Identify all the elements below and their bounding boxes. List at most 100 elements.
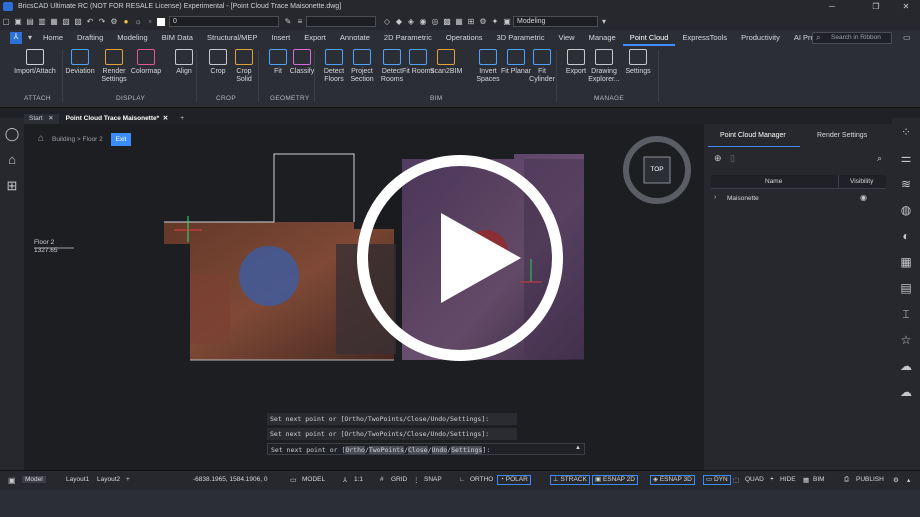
ribbon-button-deviation[interactable]: Deviation [64, 49, 96, 76]
snap-icon[interactable]: ⋮ [413, 476, 420, 484]
balloon-icon[interactable]: ◍ [898, 202, 914, 218]
light-bulb-icon[interactable]: ● [121, 17, 131, 27]
sun-icon[interactable]: ☼ [133, 17, 143, 27]
ribbon-tab-modeling[interactable]: Modeling [110, 30, 154, 46]
structure-icon[interactable]: ▩ [442, 17, 452, 27]
annotation-scale-icon[interactable]: ⅄ [343, 476, 347, 484]
ribbon-tab-home[interactable]: Home [36, 30, 70, 46]
ribbon-button-import-attach[interactable]: Import/Attach [6, 49, 64, 76]
view-iso-icon[interactable]: ◈ [406, 17, 416, 27]
structure-tree-icon[interactable]: ⊞ [4, 178, 20, 194]
model-toggle[interactable]: MODEL [302, 476, 325, 483]
ribbon-tab-manage[interactable]: Manage [582, 30, 623, 46]
ribbon-search-input[interactable]: Search in Ribbon [812, 32, 892, 44]
snap-toggle[interactable]: SNAP [424, 476, 442, 483]
prompt-option-close[interactable]: Close [408, 446, 428, 454]
add-icon[interactable]: ⊕ [714, 153, 722, 164]
ortho-toggle[interactable]: ORTHO [470, 476, 493, 483]
menu-icon[interactable]: ▣ [8, 476, 16, 485]
tab-render-settings[interactable]: Render Settings [817, 132, 867, 139]
tool-icon[interactable]: ✦ [490, 17, 500, 27]
home-icon[interactable]: ⌂ [38, 133, 44, 144]
ribbon-button-fit-cylinder[interactable]: Fit Cylinder [526, 49, 558, 84]
ribbon-tab-point-cloud[interactable]: Point Cloud [622, 30, 676, 46]
layout-tab-model[interactable]: Model [22, 476, 46, 483]
ruler-icon[interactable]: ⊞ [466, 17, 476, 27]
history-toggle-icon[interactable]: ▲ [575, 445, 581, 451]
print-icon[interactable]: ▦ [49, 17, 59, 27]
notifications-icon[interactable]: ▴ [907, 476, 910, 484]
plot-icon[interactable]: ▧ [61, 17, 71, 27]
ribbon-tab-productivity[interactable]: Productivity [734, 30, 787, 46]
ribbon-button-scan2bim[interactable]: Scan2BIM [430, 49, 462, 76]
app-menu-chevron-icon[interactable]: ▾ [25, 33, 35, 43]
table-icon[interactable]: ▦ [454, 17, 464, 27]
esnap2d-toggle[interactable]: ▣ ESNAP 2D [592, 475, 638, 485]
maximize-button[interactable]: ❐ [866, 1, 886, 12]
new-tab-button[interactable]: + [175, 114, 189, 124]
match-properties-icon[interactable]: ✎ [283, 17, 293, 27]
color-swatch-icon[interactable] [157, 17, 165, 26]
ribbon-tab-view[interactable]: View [551, 30, 581, 46]
prompt-option-settings[interactable]: Settings [451, 446, 483, 454]
ribbon-tab-insert[interactable]: Insert [264, 30, 297, 46]
redo-icon[interactable]: ↷ [97, 17, 107, 27]
ribbon-tab-2d-parametric[interactable]: 2D Parametric [377, 30, 439, 46]
prompt-option-undo[interactable]: Undo [431, 446, 448, 454]
quad-toggle[interactable]: QUAD [745, 476, 764, 483]
properties-sliders-icon[interactable]: ⚌ [898, 150, 914, 166]
lightbulb-icon[interactable]: ◯ [4, 126, 20, 142]
cloud-sync-icon[interactable]: ☁ [898, 384, 914, 400]
search-icon[interactable]: ⌕ [877, 153, 882, 164]
point-cloud-icon[interactable]: ⁘ [898, 124, 914, 140]
bim-toggle[interactable]: BIM [813, 476, 825, 483]
lock-icon[interactable]: ▫ [145, 17, 155, 27]
close-window-button[interactable]: ✕ [896, 1, 916, 12]
cloud-icon[interactable]: ☁ [898, 358, 914, 374]
publish-button[interactable]: PUBLISH [856, 476, 884, 483]
ribbon-button-drawing-explorer[interactable]: Drawing Explorer... [588, 49, 620, 84]
publish-icon[interactable]: ⎙ [844, 476, 849, 484]
pin-icon[interactable]: ☆ [898, 332, 914, 348]
visibility-eye-icon[interactable]: ◉ [860, 193, 867, 202]
esnap3d-toggle[interactable]: ◈ ESNAP 3D [650, 475, 695, 485]
table-row[interactable]: › Maisonette ◉ [711, 192, 886, 206]
workspace-select[interactable]: Modeling [513, 16, 598, 27]
exit-button[interactable]: Exit [111, 133, 131, 146]
ribbon-tab-drafting[interactable]: Drafting [70, 30, 110, 46]
open-file-icon[interactable]: ▣ [13, 17, 23, 27]
quad-icon[interactable]: ⬚ [733, 476, 739, 484]
settings-icon[interactable]: ⚙ [109, 17, 119, 27]
view-front-icon[interactable]: ◆ [394, 17, 404, 27]
stamp-icon[interactable]: ▤ [898, 280, 914, 296]
strack-toggle[interactable]: ⊥ STRACK [550, 475, 590, 485]
ribbon-button-settings[interactable]: Settings [622, 49, 654, 76]
workspace-icon[interactable]: ▣ [502, 17, 512, 27]
ribbon-button-project-section[interactable]: Project Section [346, 49, 378, 84]
gear-icon[interactable]: ⚙ [478, 17, 488, 27]
layout-tab-layout1[interactable]: Layout1 [66, 476, 89, 483]
history-icon[interactable]: ◐ [898, 228, 914, 244]
delete-icon[interactable]: ▯ [730, 153, 735, 164]
expand-chevron-icon[interactable]: › [714, 194, 716, 201]
viewcube-top-label[interactable]: TOP [645, 166, 669, 173]
prompt-option-twopoints[interactable]: TwoPoints [368, 446, 405, 454]
linetype-icon[interactable]: ≡ [295, 17, 305, 27]
ribbon-button-colormap[interactable]: Colormap [130, 49, 162, 76]
library-icon[interactable]: ▦ [898, 254, 914, 270]
minimize-button[interactable]: ─ [822, 1, 842, 12]
ribbon-tab-structural-mep[interactable]: Structural/MEP [200, 30, 264, 46]
layer-select[interactable]: 0 [169, 16, 279, 27]
prompt-option-ortho[interactable]: Ortho [345, 446, 365, 454]
ortho-icon[interactable]: ∟ [459, 476, 465, 483]
ribbon-button-crop-solid[interactable]: Crop Solid [228, 49, 260, 84]
grid-icon[interactable]: # [380, 476, 384, 483]
ribbon-tab-operations[interactable]: Operations [439, 30, 490, 46]
grid-toggle[interactable]: GRID [391, 476, 407, 483]
visual-style-icon[interactable]: ◉ [418, 17, 428, 27]
chevron-down-icon[interactable]: ▾ [599, 17, 609, 27]
add-layout-icon[interactable]: + [126, 476, 130, 483]
close-icon[interactable]: ✕ [48, 115, 53, 122]
ribbon-tab-3d-parametric[interactable]: 3D Parametric [490, 30, 552, 46]
layout-tab-layout2[interactable]: Layout2 [97, 476, 120, 483]
